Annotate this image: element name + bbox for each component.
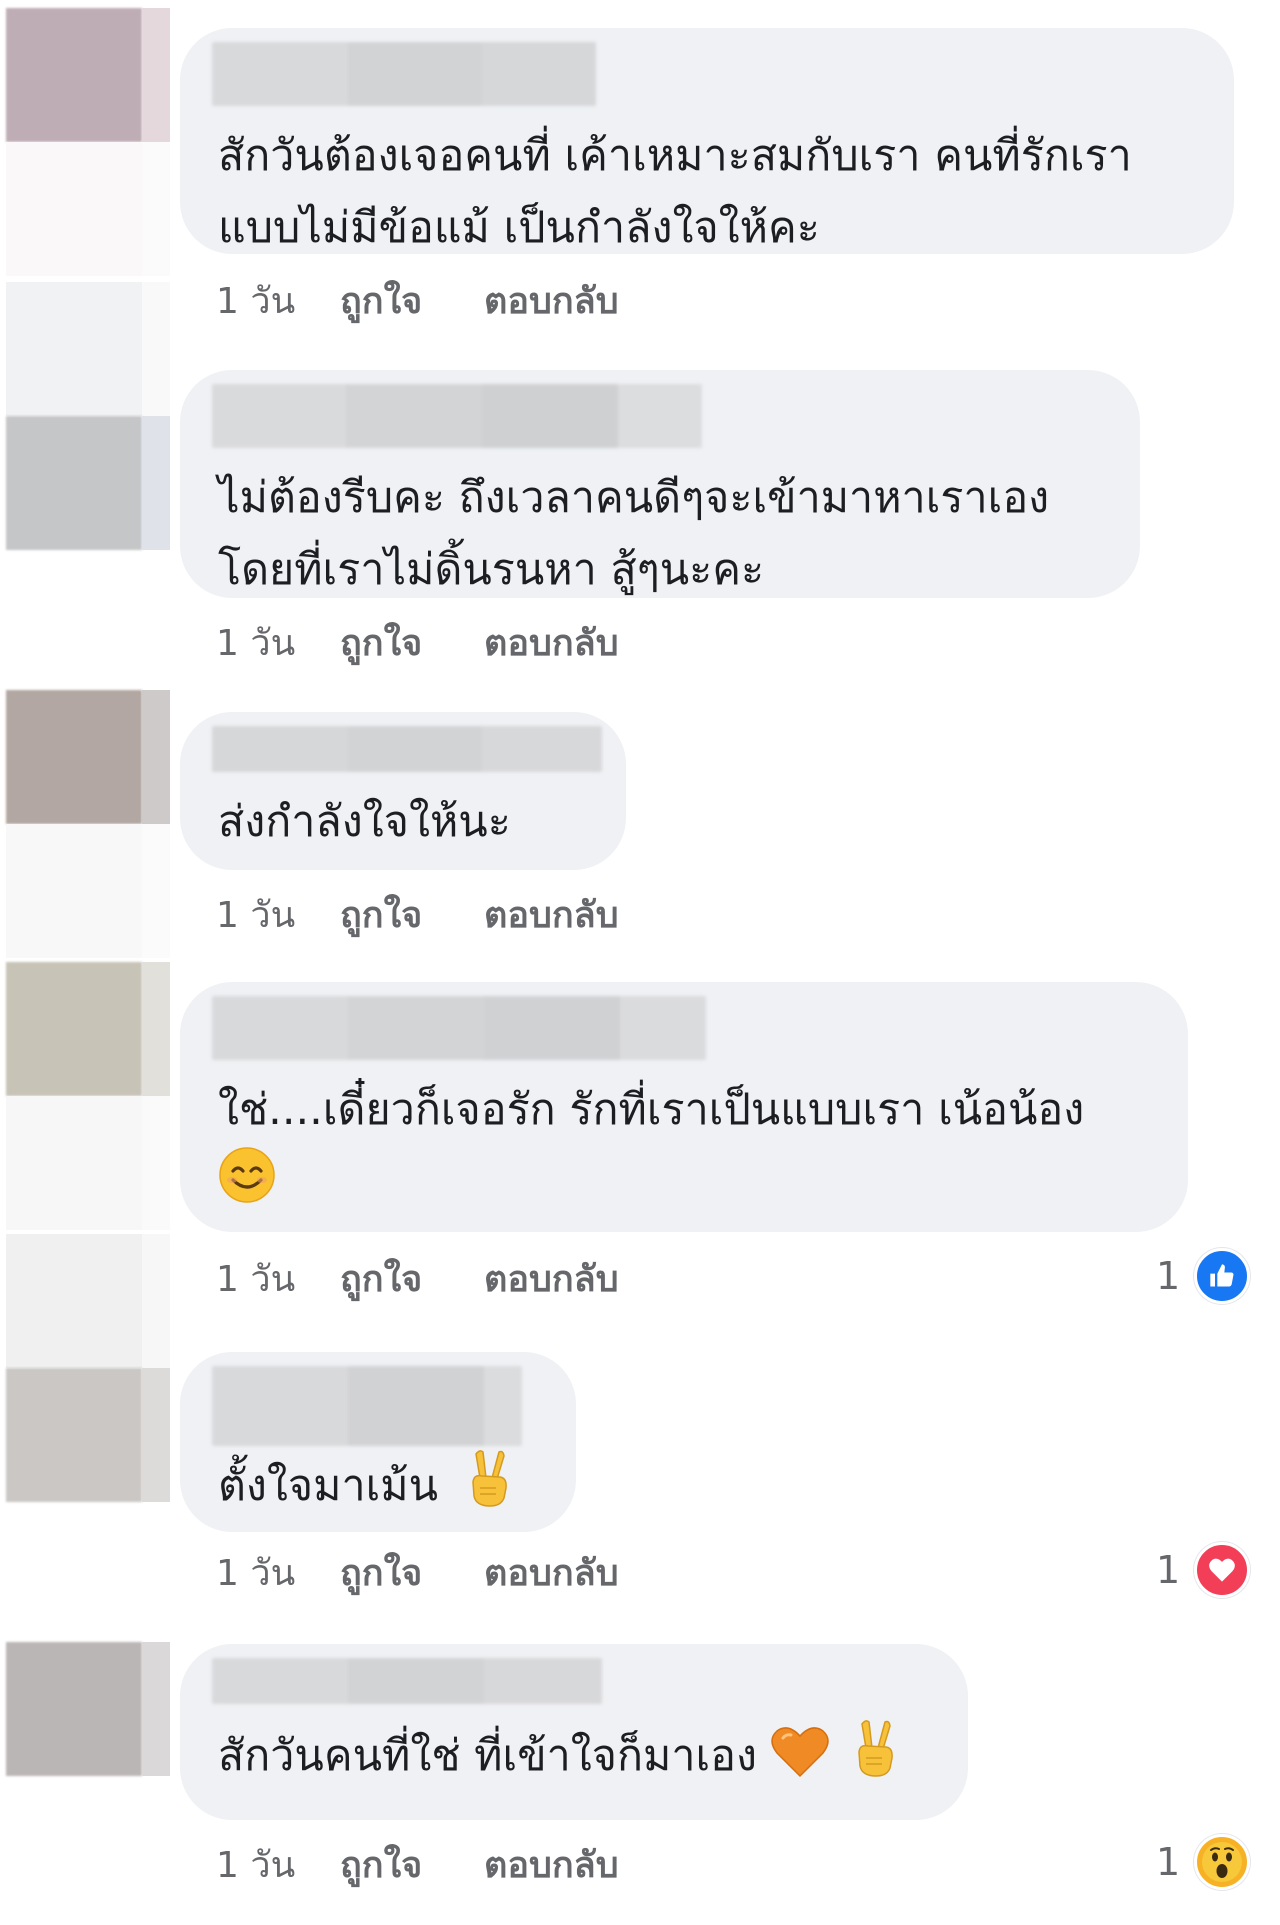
comment-text-line: สักวันคนที่ใช่ ที่เข้าใจก็มาเอง xyxy=(218,1718,930,1800)
comment-timestamp[interactable]: 1 วัน xyxy=(216,1836,340,1893)
comment-bubble: สักวันต้องเจอคนที่ เค้าเหมาะสมกับเรา คนท… xyxy=(180,28,1234,254)
victory-hand-emoji xyxy=(466,1448,512,1530)
comment-text-line: ใช่....เดี๋ยวก็เจอรัก รักที่เราเป็นแบบเร… xyxy=(218,1085,1085,1135)
comment-bubble: ตั้งใจมาเม้น xyxy=(180,1352,576,1532)
like-button[interactable]: ถูกใจ xyxy=(340,614,484,671)
author-name-redacted[interactable] xyxy=(212,996,706,1060)
author-name-redacted[interactable] xyxy=(212,42,596,106)
orange-heart-emoji xyxy=(770,1726,829,1800)
avatar[interactable] xyxy=(6,1234,170,1504)
like-button[interactable]: ถูกใจ xyxy=(340,1836,484,1893)
reaction-summary[interactable]: 1 xyxy=(1156,1834,1251,1890)
smiling-face-emoji xyxy=(218,1146,276,1226)
like-button[interactable]: ถูกใจ xyxy=(340,272,484,329)
victory-hand-emoji xyxy=(852,1718,898,1800)
like-button[interactable]: ถูกใจ xyxy=(340,1250,484,1307)
reaction-summary[interactable]: 1 xyxy=(1156,1248,1251,1304)
comment-bubble: ใช่....เดี๋ยวก็เจอรัก รักที่เราเป็นแบบเร… xyxy=(180,982,1188,1232)
comment-text-line: ส่งกำลังใจให้นะ xyxy=(218,797,511,847)
like-button[interactable]: ถูกใจ xyxy=(340,886,484,943)
avatar[interactable] xyxy=(6,282,170,552)
reply-button[interactable]: ตอบกลับ xyxy=(484,1836,619,1893)
comment-text: ตั้งใจมาเม้น xyxy=(218,1461,439,1511)
comment-timestamp[interactable]: 1 วัน xyxy=(216,614,340,671)
reply-button[interactable]: ตอบกลับ xyxy=(484,886,619,943)
comment-actions: 1 วัน ถูกใจ ตอบกลับ xyxy=(216,1250,619,1307)
comment-actions: 1 วัน ถูกใจ ตอบกลับ xyxy=(216,272,619,329)
reply-button[interactable]: ตอบกลับ xyxy=(484,272,619,329)
avatar[interactable] xyxy=(6,1508,170,1778)
avatar[interactable] xyxy=(6,8,170,278)
comment-text-line: แบบไม่มีข้อแม้ เป็นกำลังใจให้คะ xyxy=(218,203,820,253)
reaction-count: 1 xyxy=(1156,1254,1181,1298)
comment-timestamp[interactable]: 1 วัน xyxy=(216,1544,340,1601)
emoji-line xyxy=(218,1146,1150,1226)
author-name-redacted[interactable] xyxy=(212,1366,522,1446)
comment-bubble: ส่งกำลังใจให้นะ xyxy=(180,712,626,870)
comment-actions: 1 วัน ถูกใจ ตอบกลับ xyxy=(216,886,619,943)
comment-text: สักวันคนที่ใช่ ที่เข้าใจก็มาเอง xyxy=(218,1731,757,1781)
author-name-redacted[interactable] xyxy=(212,384,702,448)
comment-text-line: สักวันต้องเจอคนที่ เค้าเหมาะสมกับเรา คนท… xyxy=(218,131,1132,181)
love-icon xyxy=(1194,1542,1251,1598)
comment-bubble: สักวันคนที่ใช่ ที่เข้าใจก็มาเอง xyxy=(180,1644,968,1820)
avatar[interactable] xyxy=(6,962,170,1232)
comment-timestamp[interactable]: 1 วัน xyxy=(216,1250,340,1307)
reaction-count: 1 xyxy=(1156,1840,1181,1884)
author-name-redacted[interactable] xyxy=(212,1658,602,1704)
comment-actions: 1 วัน ถูกใจ ตอบกลับ xyxy=(216,614,619,671)
author-name-redacted[interactable] xyxy=(212,726,602,772)
comment-timestamp[interactable]: 1 วัน xyxy=(216,886,340,943)
like-icon xyxy=(1194,1248,1251,1304)
comment-bubble: ไม่ต้องรีบคะ ถึงเวลาคนดีๆจะเข้ามาหาเราเอ… xyxy=(180,370,1140,598)
wow-icon xyxy=(1194,1834,1251,1890)
reaction-count: 1 xyxy=(1156,1548,1181,1592)
comment-timestamp[interactable]: 1 วัน xyxy=(216,272,340,329)
reaction-summary[interactable]: 1 xyxy=(1156,1542,1251,1598)
reply-button[interactable]: ตอบกลับ xyxy=(484,1250,619,1307)
avatar[interactable] xyxy=(6,690,170,960)
comment-actions: 1 วัน ถูกใจ ตอบกลับ xyxy=(216,1544,619,1601)
reply-button[interactable]: ตอบกลับ xyxy=(484,1544,619,1601)
comment-text-line: ไม่ต้องรีบคะ ถึงเวลาคนดีๆจะเข้ามาหาเราเอ… xyxy=(218,473,1050,523)
comment-text-line: ตั้งใจมาเม้น xyxy=(218,1448,538,1530)
comment-text-line: โดยที่เราไม่ดิ้นรนหา สู้ๆนะคะ xyxy=(218,545,765,595)
comment-actions: 1 วัน ถูกใจ ตอบกลับ xyxy=(216,1836,619,1893)
like-button[interactable]: ถูกใจ xyxy=(340,1544,484,1601)
reply-button[interactable]: ตอบกลับ xyxy=(484,614,619,671)
